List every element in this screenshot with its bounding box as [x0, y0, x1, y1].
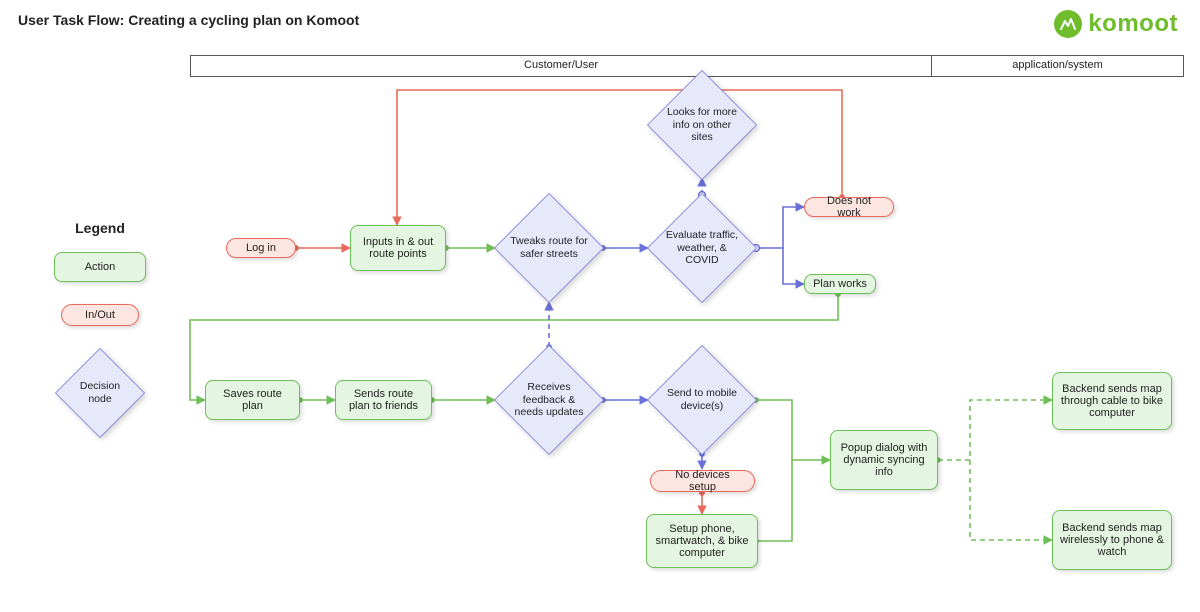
connectors-layer [0, 0, 1200, 612]
node-nodevices: No devices setup [650, 470, 755, 492]
node-planworks: Plan works [804, 274, 876, 294]
node-saves: Saves route plan [205, 380, 300, 420]
node-sends: Sends route plan to friends [335, 380, 432, 420]
node-popup: Popup dialog with dynamic syncing info [830, 430, 938, 490]
node-lookinfo: Looks for more info on other sites [647, 70, 757, 180]
node-tweaks: Tweaks route for safer streets [494, 193, 604, 303]
node-evaluate: Evaluate traffic, weather, & COVID [647, 193, 757, 303]
node-doesnotwork: Does not work [804, 197, 894, 217]
node-setup: Setup phone, smartwatch, & bike computer [646, 514, 758, 568]
node-login: Log in [226, 238, 296, 258]
node-feedback: Receives feedback & needs updates [494, 345, 604, 455]
node-sendmobile: Send to mobile device(s) [647, 345, 757, 455]
flowchart: Log in Inputs in & out route points Twea… [0, 0, 1200, 612]
node-inputs: Inputs in & out route points [350, 225, 446, 271]
node-backend-wireless: Backend sends map wirelessly to phone & … [1052, 510, 1172, 570]
node-backend-cable: Backend sends map through cable to bike … [1052, 372, 1172, 430]
